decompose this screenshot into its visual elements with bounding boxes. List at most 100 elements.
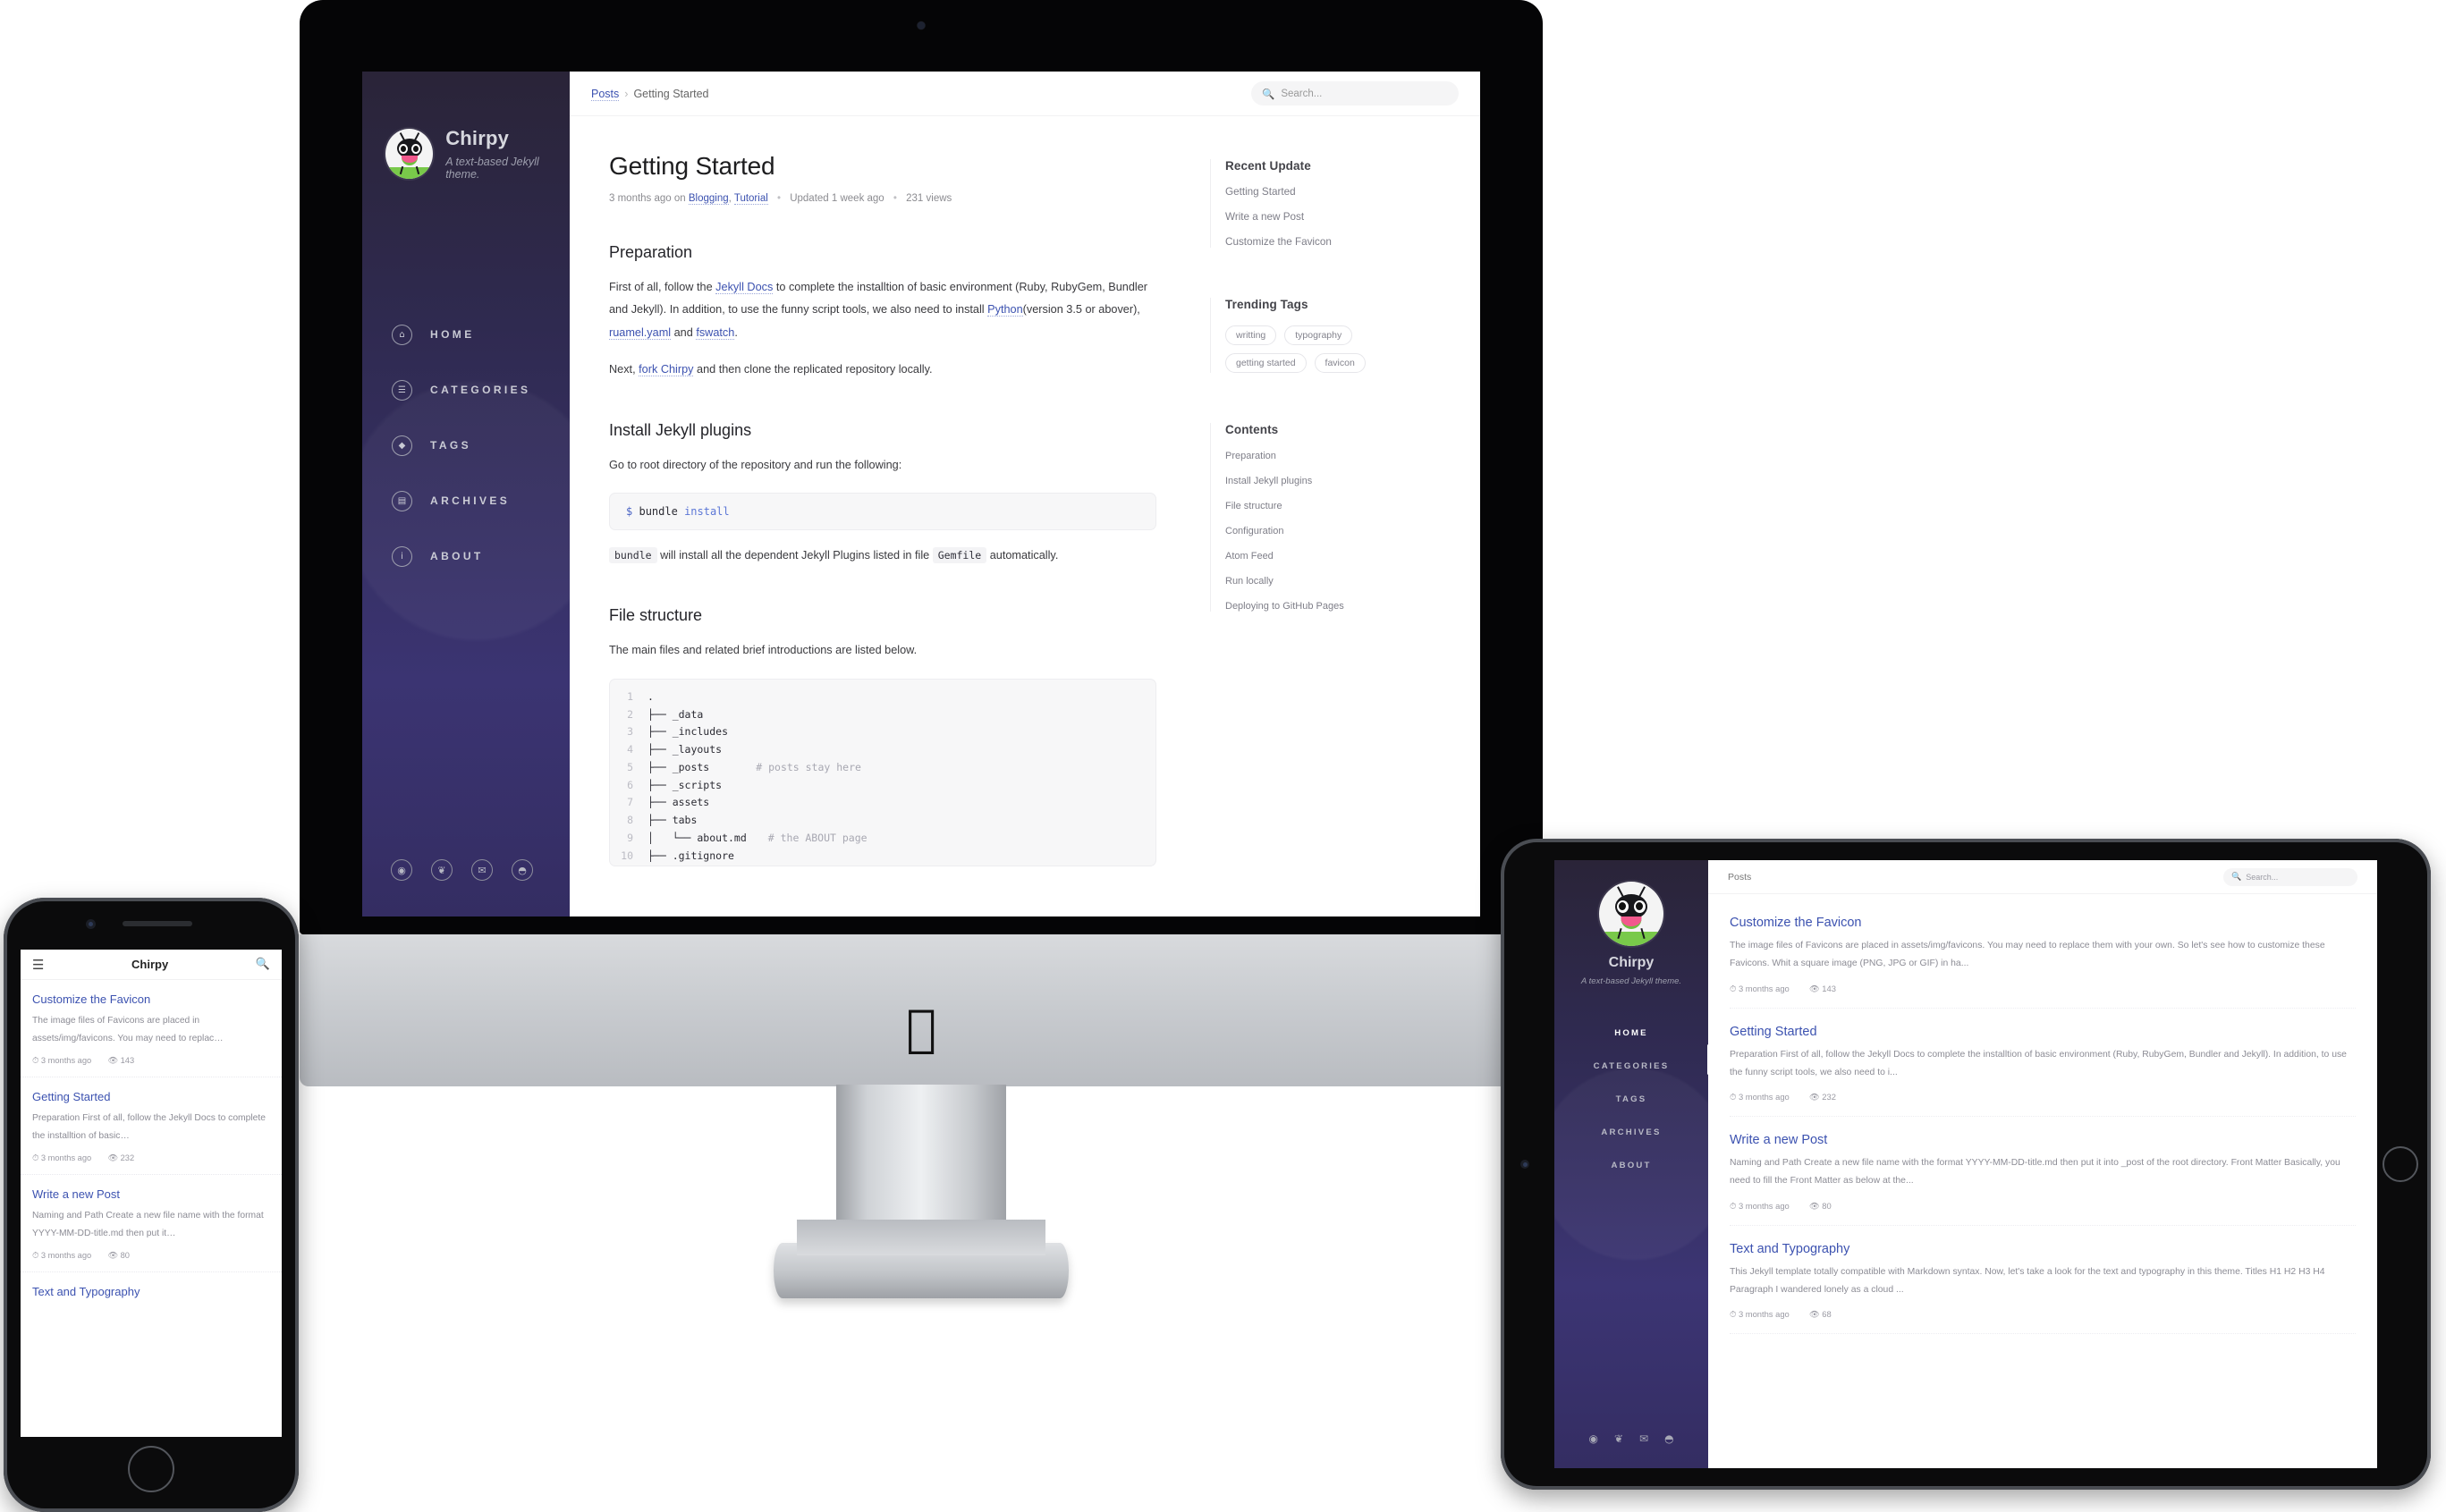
sidebar-item-home[interactable]: HOME	[1554, 1017, 1708, 1050]
sidebar-item-archives[interactable]: ARCHIVES	[1554, 1116, 1708, 1149]
email-icon[interactable]: ✉	[1639, 1432, 1648, 1445]
list-item[interactable]: Write a new Post Naming and Path Create …	[1730, 1117, 2356, 1226]
link-jekyll-docs[interactable]: Jekyll Docs	[715, 281, 774, 294]
sidebar-item-about[interactable]: ABOUT	[1554, 1149, 1708, 1182]
site-title: Chirpy	[445, 127, 510, 149]
site-tagline: A text-based Jekyll theme.	[1580, 976, 1682, 986]
post-date: ⏱ 3 months ago	[32, 1251, 91, 1261]
post-column: Getting Started 3 months ago on Blogging…	[570, 116, 1196, 866]
right-panel-column: Recent Update Getting Started Write a ne…	[1196, 116, 1480, 866]
github-icon[interactable]: ◉	[1588, 1432, 1597, 1445]
sidebar-item-categories[interactable]: CATEGORIES	[1554, 1050, 1708, 1083]
post-link[interactable]: Getting Started	[1730, 1025, 2356, 1039]
list-item[interactable]: Customize the Favicon The image files of…	[21, 980, 282, 1078]
post-published: 3 months ago on	[609, 193, 686, 204]
post-date: ⏱ 3 months ago	[1730, 1201, 1790, 1212]
search-input[interactable]: 🔍 Search...	[1251, 81, 1459, 106]
post-link[interactable]: Text and Typography	[32, 1285, 270, 1298]
toc-item[interactable]: Preparation	[1225, 451, 1457, 461]
recent-update-item[interactable]: Customize the Favicon	[1225, 236, 1457, 248]
toc-item[interactable]: Run locally	[1225, 576, 1457, 587]
post-meta: ⏱ 3 months ago 👁 143	[1730, 984, 2356, 994]
hamburger-icon[interactable]: ☰	[32, 957, 44, 973]
tablet-nav: HOME CATEGORIES TAGS ARCHIVES ABOUT	[1554, 1017, 1708, 1182]
post-excerpt: Naming and Path Create a new file name w…	[32, 1211, 264, 1239]
post-link[interactable]: Write a new Post	[1730, 1133, 2356, 1147]
twitter-icon[interactable]: ❦	[1614, 1432, 1623, 1445]
date-text: 3 months ago	[1738, 1092, 1790, 1102]
search-icon[interactable]: 🔍	[256, 958, 270, 971]
post-link[interactable]: Text and Typography	[1730, 1242, 2356, 1256]
text-fragment: Next,	[609, 363, 639, 376]
toc-item[interactable]: Configuration	[1225, 526, 1457, 536]
tag-chip[interactable]: typography	[1284, 325, 1353, 345]
panel-recent-update: Recent Update Getting Started Write a ne…	[1210, 159, 1457, 248]
date-text: 3 months ago	[1738, 983, 1790, 993]
breadcrumb-current: Getting Started	[633, 87, 709, 100]
sidebar-item-about[interactable]: i ABOUT	[362, 539, 570, 573]
tablet-post-list: Customize the Favicon The image files of…	[1708, 894, 2377, 1335]
toc-item[interactable]: Install Jekyll plugins	[1225, 476, 1457, 486]
link-fswatch[interactable]: fswatch	[696, 325, 735, 340]
sidebar-item-archives[interactable]: ▤ ARCHIVES	[362, 484, 570, 518]
site-title: Chirpy	[1608, 955, 1655, 970]
post-category-tutorial[interactable]: Tutorial	[733, 193, 768, 205]
home-button[interactable]	[128, 1446, 174, 1492]
toc-item[interactable]: File structure	[1225, 501, 1457, 511]
post-category-blogging[interactable]: Blogging	[688, 193, 729, 205]
inline-code-bundle: bundle	[609, 547, 657, 564]
search-input[interactable]: 🔍 Search...	[2223, 867, 2357, 886]
line-number: 9	[627, 831, 633, 844]
post-link[interactable]: Getting Started	[32, 1090, 270, 1103]
list-item[interactable]: Getting Started Preparation First of all…	[1730, 1009, 2356, 1118]
tag-chip[interactable]: getting started	[1225, 353, 1307, 373]
post-link[interactable]: Write a new Post	[32, 1187, 270, 1201]
rss-icon[interactable]: ◓	[512, 859, 533, 881]
breadcrumb-root[interactable]: Posts	[591, 87, 620, 101]
line-text: ├── tabs	[647, 814, 698, 827]
search-icon: 🔍	[2231, 872, 2242, 882]
post-link[interactable]: Customize the Favicon	[1730, 916, 2356, 930]
line-text: ├── assets	[647, 796, 710, 809]
imac-screen: Chirpy A text-based Jekyll theme. ⌂ HOME…	[362, 72, 1480, 916]
email-icon[interactable]: ✉	[471, 859, 493, 881]
list-item[interactable]: Write a new Post Naming and Path Create …	[21, 1175, 282, 1273]
inline-code-gemfile: Gemfile	[932, 547, 987, 564]
stream-icon: ☰	[392, 379, 412, 401]
link-ruamel-yaml[interactable]: ruamel.yaml	[609, 325, 672, 340]
link-fork-chirpy[interactable]: fork Chirpy	[639, 363, 694, 377]
recent-update-item[interactable]: Getting Started	[1225, 186, 1457, 198]
list-item[interactable]: Text and Typography	[21, 1272, 282, 1309]
site-brand[interactable]: Chirpy A text-based Jekyll theme.	[385, 127, 570, 181]
clock-icon: ⏱	[1730, 984, 1737, 994]
list-item[interactable]: Text and Typography This Jekyll template…	[1730, 1226, 2356, 1335]
link-python[interactable]: Python	[987, 303, 1023, 317]
line-text: ├── _includes	[647, 725, 729, 739]
twitter-icon[interactable]: ❦	[431, 859, 453, 881]
sidebar-item-home[interactable]: ⌂ HOME	[362, 317, 570, 351]
tag-chip[interactable]: writting	[1225, 325, 1277, 345]
clock-icon: ⏱	[1730, 1201, 1737, 1212]
list-item[interactable]: Getting Started Preparation First of all…	[21, 1077, 282, 1176]
sidebar-item-tags[interactable]: TAGS	[1554, 1083, 1708, 1116]
toc-item[interactable]: Atom Feed	[1225, 551, 1457, 562]
sidebar-item-tags[interactable]: ◆ TAGS	[362, 428, 570, 462]
toc-item[interactable]: Deploying to GitHub Pages	[1225, 601, 1457, 612]
code-block-bundle-install: $ bundle install	[609, 493, 1156, 531]
ipad-device: Chirpy A text-based Jekyll theme. HOME C…	[1501, 839, 2431, 1490]
sidebar-item-categories[interactable]: ☰ CATEGORIES	[362, 373, 570, 407]
eye-icon: 👁	[107, 1056, 119, 1067]
search-placeholder: Search...	[2246, 872, 2279, 882]
tablet-main: Posts 🔍 Search... Customize the Favicon …	[1708, 860, 2377, 1468]
post-meta: ⏱ 3 months ago 👁 80	[1730, 1201, 2356, 1212]
github-icon[interactable]: ◉	[391, 859, 412, 881]
home-button[interactable]	[2383, 1146, 2418, 1182]
rss-icon[interactable]: ◓	[1664, 1432, 1673, 1445]
post-link[interactable]: Customize the Favicon	[32, 993, 270, 1006]
breadcrumb: Posts	[1728, 871, 1752, 883]
tag-chip[interactable]: favicon	[1314, 353, 1366, 373]
file-structure-intro: The main files and related brief introdu…	[609, 644, 918, 657]
eye-icon: 👁	[107, 1153, 119, 1164]
list-item[interactable]: Customize the Favicon The image files of…	[1730, 900, 2356, 1009]
recent-update-item[interactable]: Write a new Post	[1225, 211, 1457, 223]
